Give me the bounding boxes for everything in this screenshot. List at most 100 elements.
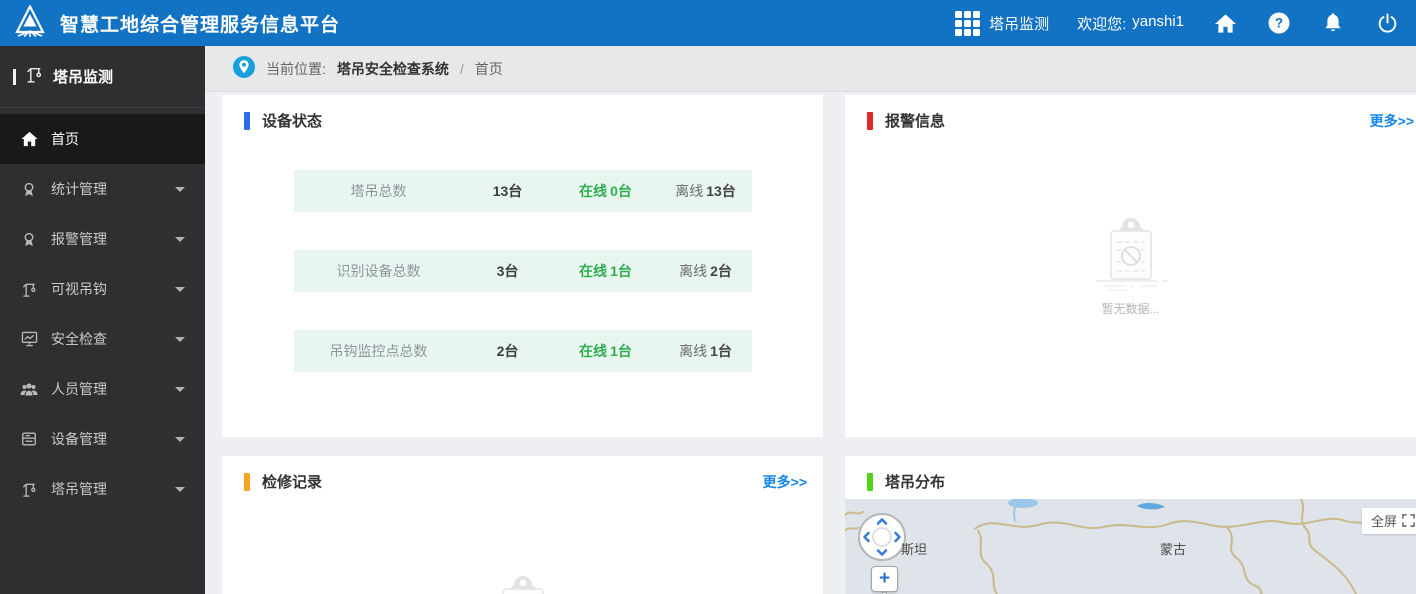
home-icon[interactable] xyxy=(1212,10,1238,36)
row-label: 塔吊总数 xyxy=(350,183,407,199)
empty-state xyxy=(480,573,566,594)
panel-title: 检修记录 xyxy=(262,474,323,491)
sidebar-item-visual-hook[interactable]: 可视吊钩 xyxy=(0,264,205,314)
map-zoom-in-button[interactable]: + xyxy=(871,566,898,592)
no-data-clipboard-icon xyxy=(501,576,544,594)
breadcrumb-separator: / xyxy=(459,60,464,77)
dashboard-content: 设备状态 塔吊总数 13台 在线 0台 离线 13台 识别设备总数 3台 在线 1台 … xyxy=(205,92,1416,594)
panel-accent-bar xyxy=(867,472,873,491)
row-offline: 离线 13台 xyxy=(675,183,736,199)
sidebar-item-label: 塔吊管理 xyxy=(51,481,107,497)
app-logo-icon xyxy=(12,3,48,42)
welcome-label: 欢迎您: xyxy=(1077,15,1127,33)
sidebar-item-safety-check[interactable]: 安全检查 xyxy=(0,314,205,364)
panel-maintenance-records: 检修记录 更多>> xyxy=(222,456,823,594)
panel-accent-bar xyxy=(244,111,250,130)
panel-alarm-info: 报警信息 更多>> 暂无数据... xyxy=(845,95,1416,437)
panel-accent-bar xyxy=(244,472,250,491)
chevron-down-icon xyxy=(175,487,185,492)
sidebar: 塔吊监测 首页 统计管理 报警管理 可视吊钩 安全检查 人员管理 设备管理 塔吊… xyxy=(0,46,205,594)
sidebar-item-label: 设备管理 xyxy=(51,431,107,447)
empty-state: 暂无数据... xyxy=(1088,215,1174,317)
sidebar-item-label: 安全检查 xyxy=(51,331,107,347)
sidebar-item-personnel[interactable]: 人员管理 xyxy=(0,364,205,414)
sidebar-title-bar: 塔吊监测 xyxy=(0,46,205,108)
more-link[interactable]: 更多>> xyxy=(763,472,807,492)
panel-crane-distribution: 塔吊分布 + 斯坦 蒙古 全屏 xyxy=(845,456,1416,594)
table-row: 吊钩监控点总数 2台 在线 1台 离线 1台 xyxy=(293,330,752,372)
crane-distribution-map[interactable]: + 斯坦 蒙古 全屏 xyxy=(845,499,1416,594)
home-icon xyxy=(19,131,39,147)
breadcrumb-root[interactable]: 塔吊安全检查系统 xyxy=(337,59,449,79)
breadcrumb-current[interactable]: 首页 xyxy=(475,59,503,79)
app-title: 智慧工地综合管理服务信息平台 xyxy=(60,14,341,36)
sidebar-menu: 首页 统计管理 报警管理 可视吊钩 安全检查 人员管理 设备管理 塔吊管理 xyxy=(0,108,205,514)
grid-menu-icon xyxy=(955,10,981,36)
sidebar-item-label: 报警管理 xyxy=(51,231,107,247)
map-fullscreen-button[interactable]: 全屏 xyxy=(1361,508,1416,534)
row-total: 13台 xyxy=(492,183,523,199)
tower-crane-icon xyxy=(25,65,44,88)
sidebar-item-label: 首页 xyxy=(51,131,79,147)
chevron-down-icon xyxy=(175,287,185,292)
panel-title: 塔吊分布 xyxy=(885,474,946,491)
no-data-clipboard-icon xyxy=(1095,218,1168,291)
sidebar-item-statistics[interactable]: 统计管理 xyxy=(0,164,205,214)
breadcrumb-prefix: 当前位置: xyxy=(266,60,326,77)
map-pan-control[interactable] xyxy=(857,512,907,567)
map-terrain xyxy=(845,499,1416,594)
top-header: 智慧工地综合管理服务信息平台 塔吊监测 欢迎您: yanshi1 ? xyxy=(0,0,1416,46)
app-root: 智慧工地综合管理服务信息平台 塔吊监测 欢迎您: yanshi1 ? 塔吊监测 … xyxy=(0,0,1416,594)
table-row: 识别设备总数 3台 在线 1台 离线 2台 xyxy=(293,250,752,292)
row-label: 吊钩监控点总数 xyxy=(329,343,428,359)
chevron-down-icon xyxy=(175,387,185,392)
tower-crane-icon xyxy=(19,281,39,298)
chevron-down-icon xyxy=(175,187,185,192)
row-online: 在线 0台 xyxy=(579,183,632,199)
row-offline: 离线 1台 xyxy=(679,343,732,359)
sidebar-item-alarms[interactable]: 报警管理 xyxy=(0,214,205,264)
panel-title: 设备状态 xyxy=(262,113,323,130)
device-status-table: 塔吊总数 13台 在线 0台 离线 13台 识别设备总数 3台 在线 1台 离线 2台 … xyxy=(222,140,823,372)
main-area: 当前位置: 塔吊安全检查系统 / 首页 设备状态 塔吊总数 13台 在线 0台 离… xyxy=(205,46,1416,594)
row-online: 在线 1台 xyxy=(579,263,632,279)
fullscreen-icon xyxy=(1402,514,1415,527)
device-box-icon xyxy=(19,431,39,447)
row-offline: 离线 2台 xyxy=(679,263,732,279)
sidebar-item-label: 统计管理 xyxy=(51,181,107,197)
table-row: 塔吊总数 13台 在线 0台 离线 13台 xyxy=(293,170,752,212)
sidebar-item-crane-mgmt[interactable]: 塔吊管理 xyxy=(0,464,205,514)
chevron-down-icon xyxy=(175,337,185,342)
sidebar-item-label: 人员管理 xyxy=(51,381,107,397)
medal-icon xyxy=(19,231,39,248)
sidebar-collapse-bar xyxy=(13,68,16,85)
breadcrumb: 当前位置: 塔吊安全检查系统 / 首页 xyxy=(205,46,1416,92)
sidebar-item-label: 可视吊钩 xyxy=(51,281,107,297)
row-online: 在线 1台 xyxy=(579,343,632,359)
username: yanshi1 xyxy=(1132,12,1184,30)
logout-power-icon[interactable] xyxy=(1374,10,1400,36)
panel-title: 报警信息 xyxy=(885,113,946,130)
chevron-down-icon xyxy=(175,437,185,442)
map-label: 蒙古 xyxy=(1160,542,1187,557)
row-total: 2台 xyxy=(496,343,519,359)
location-pin-icon xyxy=(233,56,255,81)
row-label: 识别设备总数 xyxy=(336,263,421,279)
help-icon[interactable]: ? xyxy=(1266,10,1292,36)
tower-crane-icon xyxy=(19,481,39,498)
notifications-bell-icon[interactable] xyxy=(1320,10,1346,36)
svg-text:?: ? xyxy=(1275,16,1283,31)
chevron-down-icon xyxy=(175,237,185,242)
app-switcher-label: 塔吊监测 xyxy=(989,15,1050,33)
monitor-icon xyxy=(19,331,39,347)
panel-device-status: 设备状态 塔吊总数 13台 在线 0台 离线 13台 识别设备总数 3台 在线 1台 … xyxy=(222,95,823,437)
welcome-text: 欢迎您: yanshi1 xyxy=(1077,13,1184,34)
medal-icon xyxy=(19,181,39,198)
more-link[interactable]: 更多>> xyxy=(1370,111,1414,131)
sidebar-title: 塔吊监测 xyxy=(53,69,114,86)
map-label: 斯坦 xyxy=(901,542,928,557)
app-switcher[interactable]: 塔吊监测 xyxy=(955,10,1050,36)
sidebar-item-home[interactable]: 首页 xyxy=(0,114,205,164)
sidebar-item-devices[interactable]: 设备管理 xyxy=(0,414,205,464)
row-total: 3台 xyxy=(496,263,519,279)
